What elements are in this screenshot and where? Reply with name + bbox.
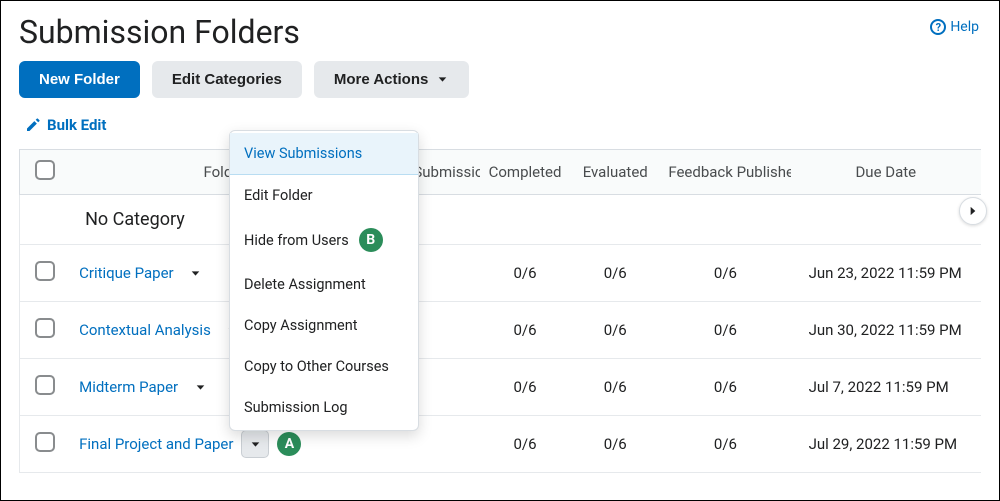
- table-row: Midterm Paper 0/6 0/6 0/6 Jul 7, 2022 11…: [19, 359, 981, 416]
- cell-due: Jul 7, 2022 11:59 PM: [791, 359, 981, 416]
- more-actions-label: More Actions: [334, 71, 428, 88]
- column-feedback-published: Feedback Published: [660, 149, 790, 195]
- row-checkbox[interactable]: [35, 432, 55, 452]
- cell-evaluated: 0/6: [570, 359, 660, 416]
- scroll-right-button[interactable]: [959, 197, 987, 225]
- menu-edit-folder[interactable]: Edit Folder: [230, 175, 418, 216]
- table-row: Final Project and Paper A 0/6 0/6 0/6 Ju…: [19, 416, 981, 473]
- row-actions-toggle[interactable]: [182, 259, 210, 287]
- category-row: No Category: [19, 195, 981, 245]
- folder-link[interactable]: Final Project and Paper: [79, 435, 233, 453]
- row-actions-toggle[interactable]: [241, 430, 269, 458]
- select-all-checkbox[interactable]: [35, 160, 55, 180]
- cell-evaluated: 0/6: [570, 416, 660, 473]
- select-all-header: [19, 149, 69, 195]
- cell-completed: 0/6: [480, 359, 570, 416]
- help-icon: ?: [930, 19, 946, 35]
- new-folder-button[interactable]: New Folder: [19, 61, 140, 98]
- help-link[interactable]: ? Help: [930, 19, 979, 35]
- menu-view-submissions[interactable]: View Submissions: [230, 133, 418, 175]
- cell-feedback: 0/6: [660, 359, 790, 416]
- row-checkbox[interactable]: [35, 318, 55, 338]
- cell-completed: 0/6: [480, 302, 570, 359]
- cell-evaluated: 0/6: [570, 302, 660, 359]
- annotation-badge-a: A: [277, 432, 301, 456]
- menu-delete-assignment[interactable]: Delete Assignment: [230, 264, 418, 305]
- cell-due: Jul 29, 2022 11:59 PM: [791, 416, 981, 473]
- cell-due: Jun 30, 2022 11:59 PM: [791, 302, 981, 359]
- row-actions-menu: View Submissions Edit Folder Hide from U…: [229, 130, 419, 431]
- cell-feedback: 0/6: [660, 302, 790, 359]
- chevron-right-icon: [966, 204, 980, 218]
- column-evaluated: Evaluated: [570, 149, 660, 195]
- folder-link[interactable]: Critique Paper: [79, 264, 174, 282]
- bulk-edit-link[interactable]: Bulk Edit: [25, 116, 106, 134]
- menu-copy-assignment[interactable]: Copy Assignment: [230, 305, 418, 346]
- bulk-edit-label: Bulk Edit: [47, 116, 106, 134]
- help-label: Help: [950, 19, 979, 35]
- annotation-badge-b: B: [359, 228, 383, 252]
- row-actions-toggle[interactable]: [186, 373, 214, 401]
- chevron-down-icon: [249, 438, 262, 451]
- table-header-row: Folder New Submissions Completed Evaluat…: [19, 149, 981, 195]
- column-due-date: Due Date: [791, 149, 981, 195]
- category-name: No Category: [69, 195, 981, 245]
- row-checkbox[interactable]: [35, 375, 55, 395]
- menu-copy-to-other-courses[interactable]: Copy to Other Courses: [230, 346, 418, 387]
- chevron-down-icon: [436, 73, 449, 86]
- pencil-icon: [25, 117, 41, 133]
- chevron-down-icon: [189, 267, 202, 280]
- folder-link[interactable]: Contextual Analysis: [79, 321, 211, 339]
- folder-link[interactable]: Midterm Paper: [79, 378, 178, 396]
- submissions-table: Folder New Submissions Completed Evaluat…: [19, 149, 981, 473]
- cell-due: Jun 23, 2022 11:59 PM: [791, 245, 981, 302]
- chevron-down-icon: [194, 381, 207, 394]
- table-row: Contextual Analysis 0/6 0/6 0/6 Jun 30, …: [19, 302, 981, 359]
- cell-feedback: 0/6: [660, 416, 790, 473]
- menu-hide-from-users[interactable]: Hide from Users B: [230, 216, 418, 264]
- page-title: Submission Folders: [19, 13, 300, 51]
- column-completed: Completed: [480, 149, 570, 195]
- cell-completed: 0/6: [480, 245, 570, 302]
- table-row: Critique Paper 0/6 0/6 0/6 Jun 23, 2022 …: [19, 245, 981, 302]
- menu-submission-log[interactable]: Submission Log: [230, 387, 418, 428]
- menu-hide-label: Hide from Users: [244, 232, 349, 249]
- edit-categories-button[interactable]: Edit Categories: [152, 61, 302, 98]
- toolbar: New Folder Edit Categories More Actions: [1, 61, 999, 116]
- cell-evaluated: 0/6: [570, 245, 660, 302]
- cell-feedback: 0/6: [660, 245, 790, 302]
- row-checkbox[interactable]: [35, 261, 55, 281]
- cell-completed: 0/6: [480, 416, 570, 473]
- more-actions-button[interactable]: More Actions: [314, 61, 469, 98]
